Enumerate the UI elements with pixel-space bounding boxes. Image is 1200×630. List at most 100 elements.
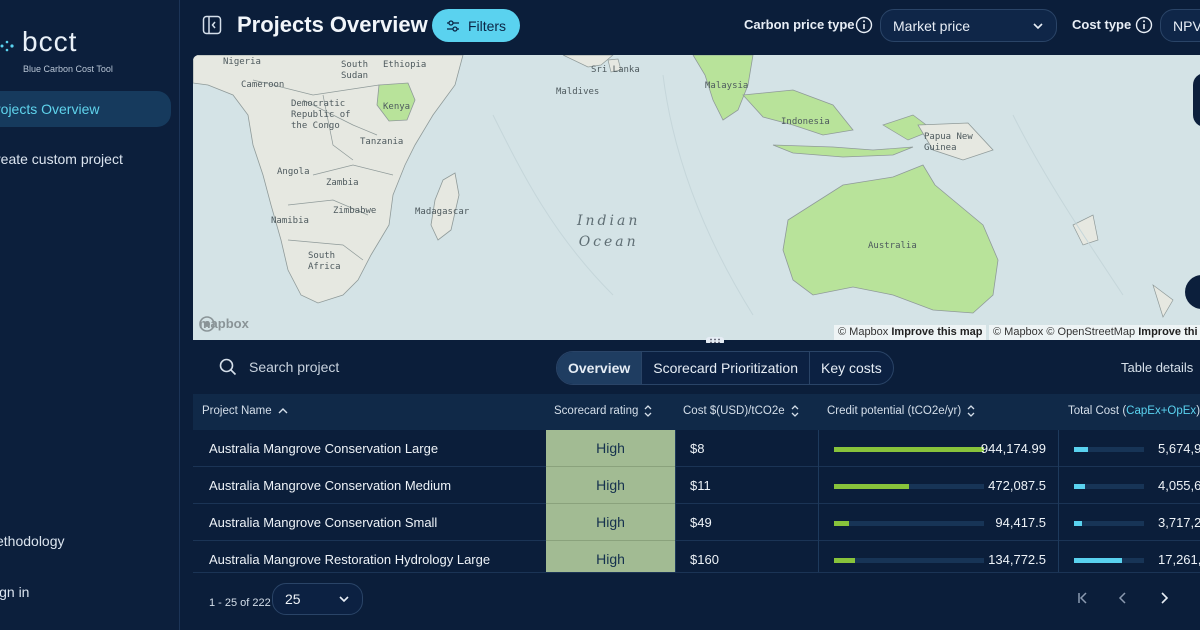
cost-type-value: NPV (1173, 17, 1200, 34)
cost-type-select[interactable]: NPV (1160, 9, 1200, 42)
previous-page-icon[interactable] (1115, 590, 1131, 606)
table-view-tabs: Overview Scorecard Prioritization Key co… (556, 351, 894, 385)
nav-methodology-label: ethodology (0, 533, 65, 549)
row-cost: $160 (690, 552, 719, 567)
filters-button[interactable]: Filters (432, 9, 520, 42)
total-cost-bar-fill (1074, 447, 1088, 452)
col-scorecard-rating[interactable]: Scorecard rating (554, 405, 652, 417)
sort-icon (791, 405, 799, 417)
table-details-link[interactable]: Table details (1121, 360, 1193, 375)
nav-projects-overview[interactable]: rojects Overview (0, 91, 171, 127)
map-label-nigeria: Nigeria (223, 57, 261, 67)
sort-icon (644, 405, 652, 417)
next-page-icon[interactable] (1156, 590, 1172, 606)
indonesia-landmass (742, 89, 854, 136)
nav-sign-in-label: ign in (0, 584, 30, 600)
australia-landmass (782, 164, 999, 314)
col-total-plus: + (1160, 405, 1168, 417)
row-credit: 944,174.99 (980, 441, 1046, 456)
logo-dots-icon (0, 40, 14, 52)
row-credit: 134,772.5 (988, 552, 1046, 567)
sidebar: bcct Blue Carbon Cost Tool rojects Overv… (0, 0, 180, 630)
info-icon[interactable] (1135, 16, 1153, 34)
map-label-australia: Australia (868, 241, 917, 251)
map-label-ethiopia: Ethiopia (383, 60, 427, 70)
map-label-angola: Angola (277, 167, 310, 177)
row-project-name: Australia Mangrove Conservation Large (209, 441, 439, 456)
total-cost-bar-fill (1074, 521, 1083, 526)
sort-ascending-icon (278, 408, 288, 414)
tab-scorecard-prioritization[interactable]: Scorecard Prioritization (642, 352, 810, 384)
sliders-icon (446, 19, 459, 32)
pagination-range: 1 - 25 of 222 (209, 597, 271, 609)
col-divider (818, 467, 819, 504)
info-icon[interactable] (855, 16, 873, 34)
search-input[interactable]: Search project (249, 359, 339, 375)
table-row[interactable]: Australia Mangrove Conservation Small Hi… (193, 504, 1200, 541)
nav-create-custom-project[interactable]: reate custom project (0, 142, 123, 176)
col-divider (1058, 541, 1059, 572)
total-cost-bar-track (1074, 447, 1144, 452)
carbon-price-type-label: Carbon price type (744, 17, 855, 32)
chevron-down-icon (339, 596, 349, 603)
col-project-name-label: Project Name (202, 405, 272, 417)
table-row[interactable]: Australia Mangrove Conservation Large Hi… (193, 430, 1200, 467)
col-credit-potential-label: Credit potential (tCO2e/yr) (827, 405, 962, 417)
attribution-1-prefix: © Mapbox (838, 326, 889, 338)
col-credit-potential[interactable]: Credit potential (tCO2e/yr) (827, 405, 975, 417)
row-rating: High (546, 430, 675, 467)
row-credit: 94,417.5 (995, 515, 1046, 530)
row-rating: High (546, 467, 675, 504)
map-label-south-sudan: South Sudan (341, 60, 369, 81)
row-project-name: Australia Mangrove Conservation Medium (209, 478, 452, 493)
row-cost: $8 (690, 441, 705, 456)
carbon-price-type-select[interactable]: Market price (880, 9, 1057, 42)
logo-wordmark: bcct (22, 26, 78, 57)
map-label-indian-ocean: Indian Ocean (577, 213, 641, 250)
projects-table-panel: Search project Overview Scorecard Priori… (193, 343, 1200, 630)
tab-overview[interactable]: Overview (557, 352, 643, 384)
row-cost: $11 (690, 478, 711, 493)
row-project-name: Australia Mangrove Restoration Hydrology… (209, 552, 491, 567)
map-basemap (193, 55, 1174, 318)
map-zoom-controls[interactable] (1193, 73, 1200, 127)
credit-bar-fill (834, 558, 855, 563)
collapse-sidebar-icon[interactable] (202, 15, 222, 35)
pacific-islands (1072, 214, 1174, 318)
map-label-zambia: Zambia (326, 178, 359, 188)
table-row[interactable]: Australia Mangrove Conservation Medium H… (193, 467, 1200, 504)
col-total-capex: CapEx (1126, 405, 1161, 417)
attribution-2-prefix: © Mapbox © OpenStreetMap (993, 326, 1136, 338)
mapbox-logo[interactable]: mapbox (199, 316, 249, 332)
col-cost-label: Cost $(USD)/tCO2e (683, 405, 785, 417)
credit-bar-track (834, 447, 984, 452)
col-divider (675, 430, 676, 467)
col-divider (818, 504, 819, 541)
search-project[interactable]: Search project (219, 358, 339, 376)
tab-overview-label: Overview (568, 360, 631, 376)
map-label-maldives: Maldives (556, 87, 600, 97)
rows-per-page-select[interactable]: 25 (272, 583, 363, 615)
credit-bar-track (834, 521, 984, 526)
tab-key-costs-label: Key costs (821, 360, 882, 376)
table-pagination: 1 - 25 of 222 25 (193, 581, 1200, 630)
first-page-icon[interactable] (1075, 590, 1091, 606)
improve-map-link-2[interactable]: Improve thi (1138, 326, 1197, 338)
projects-map[interactable]: Nigeria Ethiopia South Sudan Cameroon De… (193, 55, 1200, 340)
total-cost-bar-fill (1074, 558, 1122, 563)
col-divider (1058, 467, 1059, 504)
col-cost[interactable]: Cost $(USD)/tCO2e (683, 405, 799, 417)
col-project-name[interactable]: Project Name (202, 405, 288, 417)
nav-methodology[interactable]: ethodology (0, 524, 65, 558)
nav-sign-in[interactable]: ign in (0, 575, 29, 609)
map-label-tanzania: Tanzania (360, 137, 404, 147)
table-row[interactable]: Australia Mangrove Restoration Hydrology… (193, 541, 1200, 573)
improve-map-link[interactable]: Improve this map (891, 326, 982, 338)
row-total-cost: 5,674,96 (1158, 441, 1200, 456)
page-title: Projects Overview (237, 12, 428, 37)
col-total-suffix: ) (1196, 405, 1200, 417)
col-divider (818, 430, 819, 467)
col-total-cost[interactable]: Total Cost ( CapEx + OpEx ) (1068, 405, 1200, 417)
tab-key-costs[interactable]: Key costs (810, 352, 893, 384)
map-label-sri-lanka: Sri Lanka (591, 65, 640, 75)
